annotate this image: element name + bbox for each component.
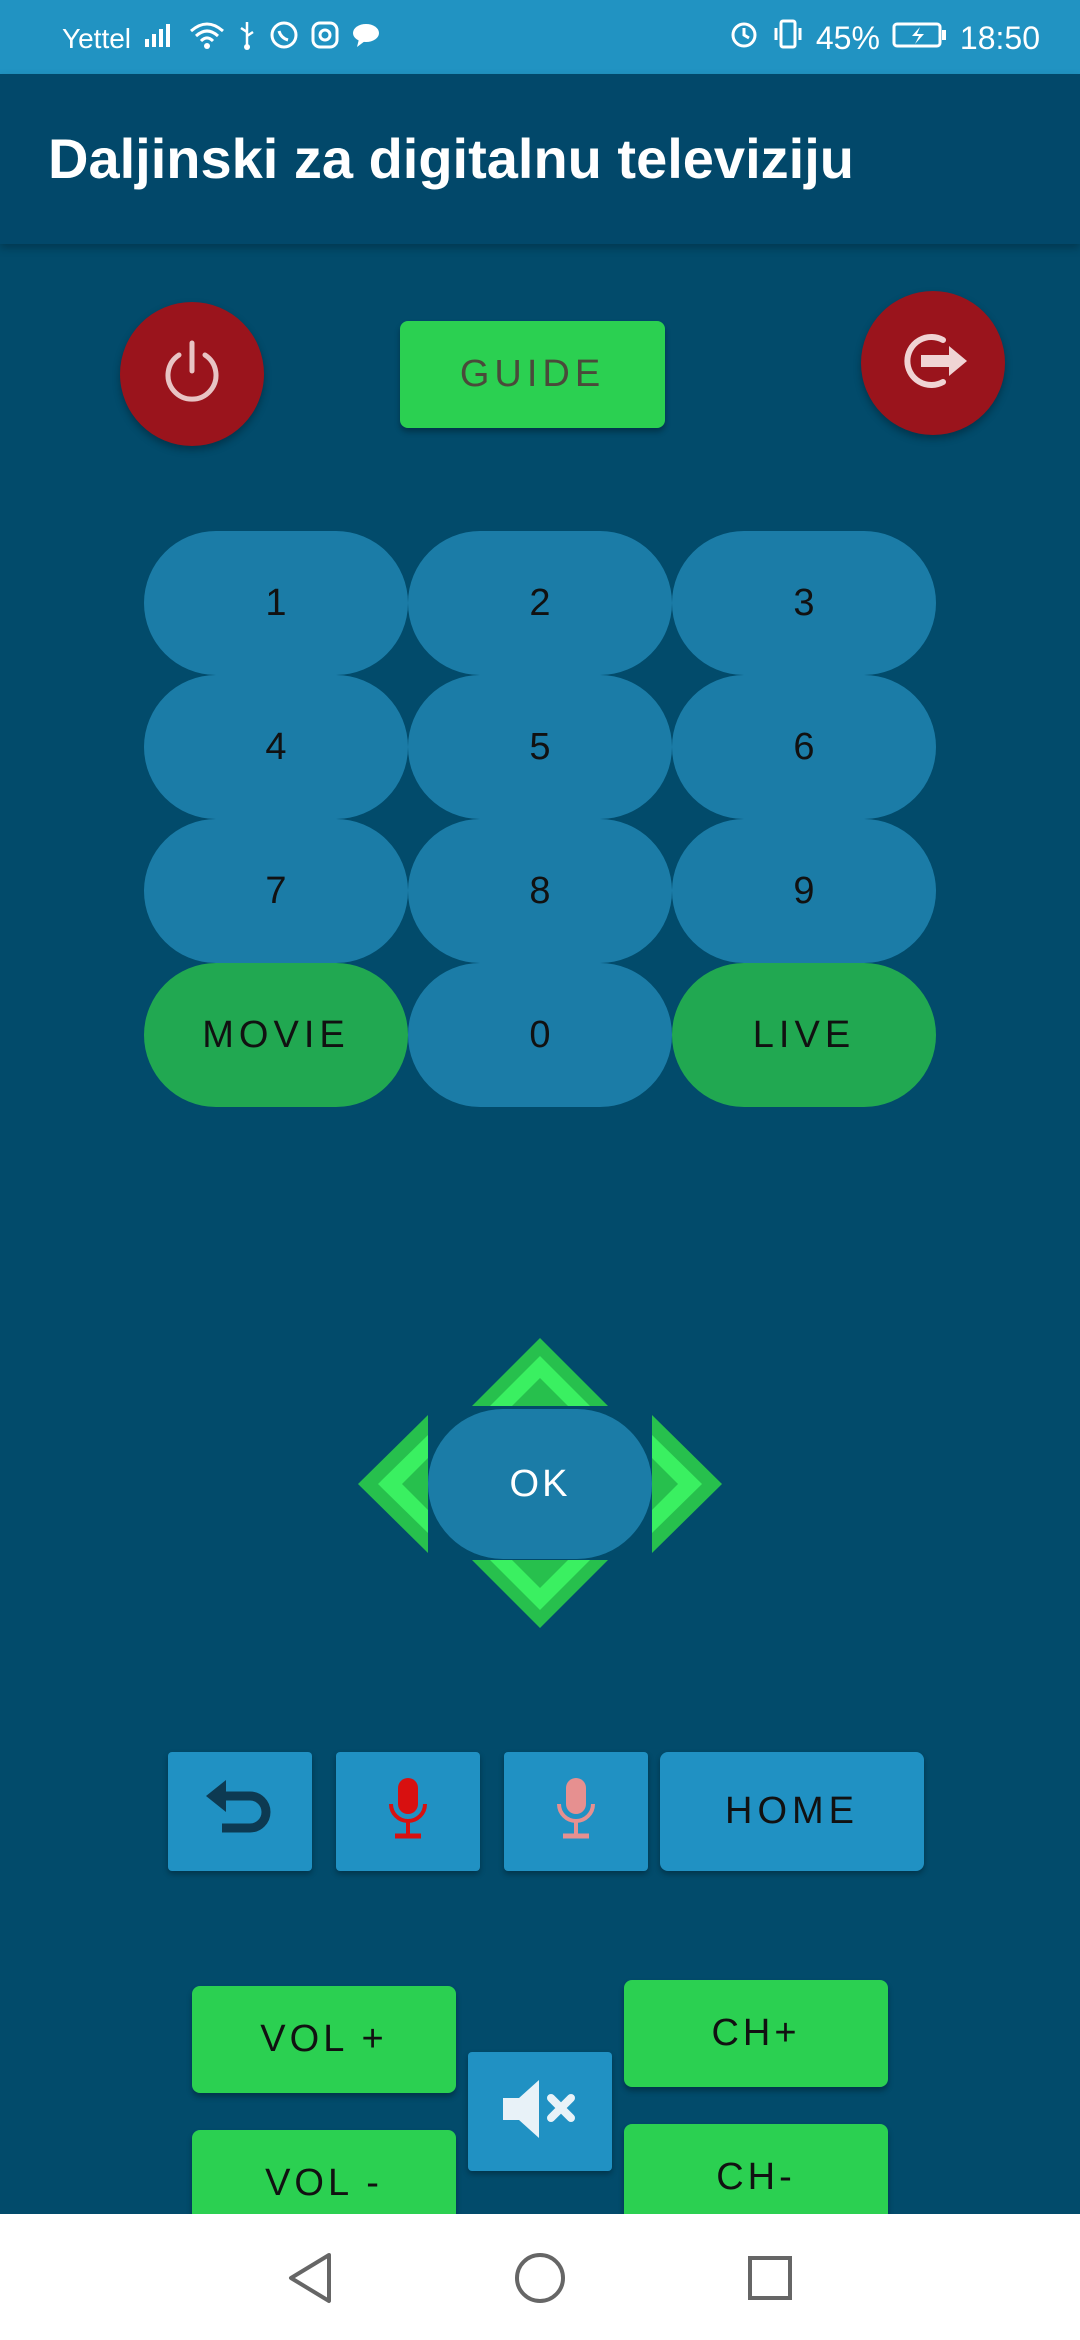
alarm-icon (728, 18, 760, 58)
key-7[interactable]: 7 (144, 819, 408, 963)
live-button[interactable]: LIVE (672, 963, 936, 1107)
key-0[interactable]: 0 (408, 963, 672, 1107)
key-3[interactable]: 3 (672, 531, 936, 675)
arrow-down-button[interactable] (472, 1560, 608, 1628)
voice-off-button[interactable] (504, 1752, 648, 1871)
whatsapp-icon (269, 20, 299, 57)
key-8[interactable]: 8 (408, 819, 672, 963)
chat-icon (351, 21, 381, 56)
key-4[interactable]: 4 (144, 675, 408, 819)
arrow-up-button[interactable] (472, 1338, 608, 1406)
movie-button[interactable]: MOVIE (144, 963, 408, 1107)
arrow-right-button[interactable] (652, 1415, 722, 1553)
exit-icon (893, 326, 973, 401)
battery-percent: 45% (815, 19, 880, 56)
key-1[interactable]: 1 (144, 531, 408, 675)
home-button[interactable]: HOME (660, 1752, 924, 1871)
voice-button[interactable] (336, 1752, 480, 1871)
microphone-faded-icon (551, 1774, 601, 1849)
back-button[interactable] (168, 1752, 312, 1871)
status-bar: Yettel 45% 18:50 (0, 0, 1080, 74)
ok-button[interactable]: OK (428, 1409, 652, 1559)
microphone-icon (383, 1774, 433, 1849)
page-title: Daljinski za digitalnu televiziju (48, 127, 854, 190)
clock: 18:50 (959, 19, 1040, 56)
back-icon (200, 1774, 280, 1849)
battery-charging-icon (892, 20, 948, 57)
home-circle-icon[interactable] (510, 2248, 570, 2308)
power-icon (157, 337, 227, 412)
arrow-left-button[interactable] (358, 1415, 428, 1553)
signal-icon (143, 21, 177, 56)
power-button[interactable] (120, 302, 264, 446)
mute-icon (495, 2074, 585, 2149)
guide-button[interactable]: GUIDE (400, 321, 665, 428)
vibrate-icon (772, 18, 804, 58)
app-bar: Daljinski za digitalnu televiziju (0, 74, 1080, 244)
key-5[interactable]: 5 (408, 675, 672, 819)
key-9[interactable]: 9 (672, 819, 936, 963)
channel-up-button[interactable]: CH+ (624, 1980, 888, 2087)
instagram-icon (311, 21, 339, 56)
key-2[interactable]: 2 (408, 531, 672, 675)
usb-icon (237, 20, 257, 57)
mute-button[interactable] (468, 2052, 612, 2171)
navigation-bar (0, 2214, 1080, 2340)
recents-square-icon[interactable] (740, 2248, 800, 2308)
key-6[interactable]: 6 (672, 675, 936, 819)
carrier-label: Yettel (62, 22, 132, 54)
volume-up-button[interactable]: VOL + (192, 1986, 456, 2093)
back-triangle-icon[interactable] (280, 2248, 340, 2308)
wifi-icon (189, 21, 225, 56)
exit-button[interactable] (861, 291, 1005, 435)
